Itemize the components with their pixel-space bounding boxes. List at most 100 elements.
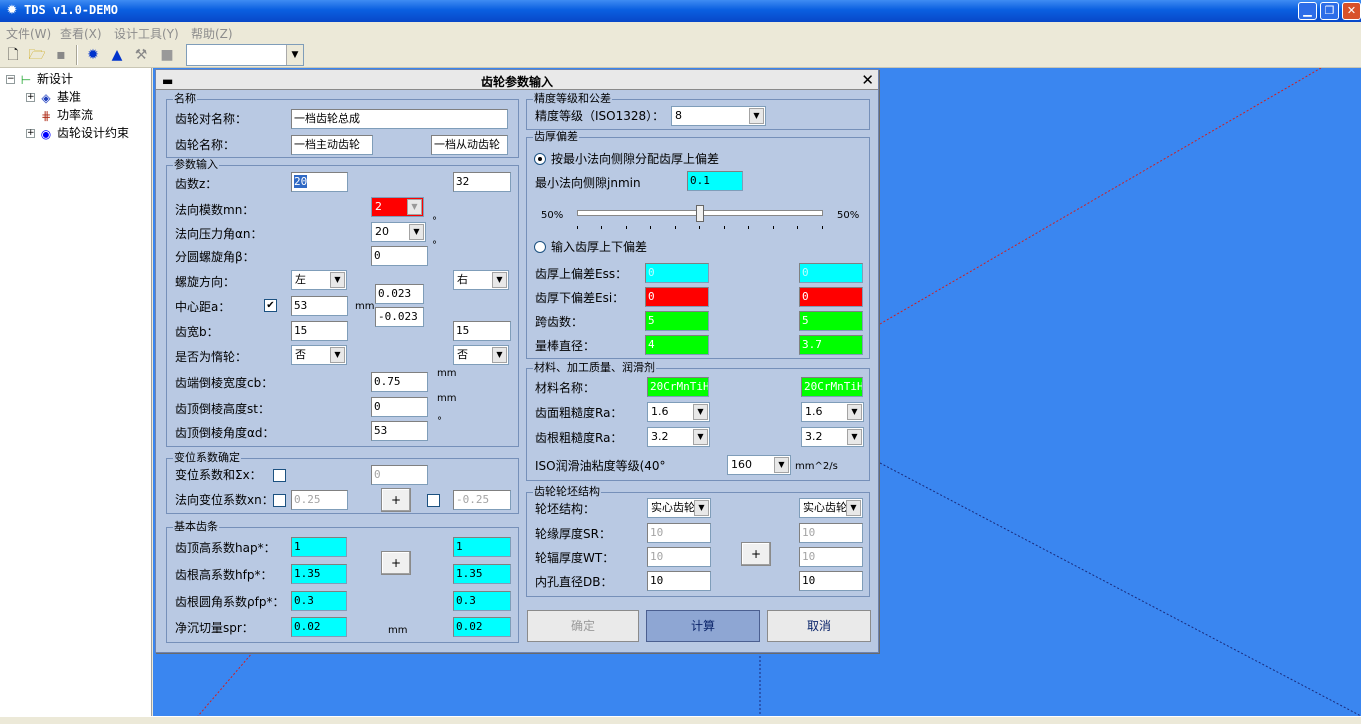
oil-viscosity-select[interactable]: 160 ▼ [727,455,791,475]
expand-icon[interactable]: + [26,93,35,102]
chevron-down-icon[interactable]: ▼ [407,199,422,215]
chevron-down-icon[interactable]: ▼ [330,272,345,288]
new-file-icon[interactable]: 🗋 [2,44,24,66]
center-distance-input[interactable]: 53 [291,296,348,316]
ok-button[interactable]: 确定 [527,610,639,642]
center-tol-upper-input[interactable]: 0.023 [375,284,424,304]
b2-input[interactable]: 15 [453,321,511,341]
toolbar-combo[interactable]: ▼ [186,44,304,66]
ess1-input[interactable]: 0 [645,263,709,283]
ad-input[interactable]: 53 [371,421,428,441]
shift-plus-button[interactable]: + [381,488,411,512]
tool-icon[interactable]: ⚒ [130,44,152,66]
z1-input[interactable]: 20 [291,172,348,192]
st-input[interactable]: 0 [371,397,428,417]
helix-angle-input[interactable]: 0 [371,246,428,266]
chevron-down-icon[interactable]: ▼ [846,500,861,516]
hap2-input[interactable]: 1 [453,537,511,557]
chevron-down-icon[interactable]: ▼ [749,108,764,124]
blank-type2-select[interactable]: 实心齿轮 ▼ [799,498,863,518]
gear-design-icon[interactable]: ▲ [106,44,128,66]
calculate-button[interactable]: 计算 [646,610,760,642]
hfp1-input[interactable]: 1.35 [291,564,347,584]
cb-input[interactable]: 0.75 [371,372,428,392]
distribution-slider-thumb[interactable] [696,205,704,222]
tree-item-constraints[interactable]: + ◉ 齿轮设计约束 [26,124,129,142]
ball2-input[interactable]: 3.7 [799,335,863,355]
menu-view[interactable]: 查看(X) [60,25,102,42]
db2-input[interactable]: 10 [799,571,863,591]
ball1-input[interactable]: 4 [645,335,709,355]
sr2-input[interactable]: 10 [799,523,863,543]
wt2-input[interactable]: 10 [799,547,863,567]
chevron-down-icon[interactable]: ▼ [693,404,708,420]
tree-item-power-flow[interactable]: ⋕ 功率流 [38,106,93,124]
open-folder-icon[interactable]: 🗁 [26,44,48,66]
pair-name-input[interactable]: 一档齿轮总成 [291,109,508,129]
material1-input[interactable]: 20CrMnTiH [647,377,709,397]
rho2-input[interactable]: 0.3 [453,591,511,611]
chevron-down-icon[interactable]: ▼ [409,224,424,240]
ra2-select[interactable]: 1.6 ▼ [801,402,864,422]
stop-icon[interactable]: ■ [156,44,178,66]
xn2-checkbox[interactable] [427,494,440,507]
spr2-input[interactable]: 0.02 [453,617,511,637]
tree-item-datum[interactable]: + ◈ 基准 [26,88,81,106]
spr1-input[interactable]: 0.02 [291,617,347,637]
xn2-input[interactable]: -0.25 [453,490,511,510]
center-distance-checkbox[interactable]: ✔ [264,299,277,312]
gear2-name-input[interactable]: 一档从动齿轮 [431,135,508,155]
collapse-icon[interactable]: − [6,75,15,84]
xn1-input[interactable]: 0.25 [291,490,348,510]
maximize-button[interactable]: ❐ [1320,2,1339,20]
rack-plus-button[interactable]: + [381,551,411,575]
cancel-button[interactable]: 取消 [767,610,871,642]
menu-file[interactable]: 文件(W) [6,25,51,42]
gear1-name-input[interactable]: 一档主动齿轮 [291,135,373,155]
chevron-down-icon[interactable]: ▼ [693,429,708,445]
hap1-input[interactable]: 1 [291,537,347,557]
hand2-select[interactable]: 右 ▼ [453,270,509,290]
rz2-select[interactable]: 3.2 ▼ [801,427,864,447]
hfp2-input[interactable]: 1.35 [453,564,511,584]
idler1-select[interactable]: 否 ▼ [291,345,347,365]
hand1-select[interactable]: 左 ▼ [291,270,347,290]
min-backlash-radio[interactable] [534,153,546,165]
blank-type1-select[interactable]: 实心齿轮 ▼ [647,498,711,518]
chevron-down-icon[interactable]: ▼ [286,45,303,65]
gear-icon[interactable]: ✹ [82,44,104,66]
rz1-select[interactable]: 3.2 ▼ [647,427,710,447]
span2-input[interactable]: 5 [799,311,863,331]
idler2-select[interactable]: 否 ▼ [453,345,509,365]
esi2-input[interactable]: 0 [799,287,863,307]
center-tol-lower-input[interactable]: -0.023 [375,307,424,327]
expand-icon[interactable]: + [26,129,35,138]
esi1-input[interactable]: 0 [645,287,709,307]
chevron-down-icon[interactable]: ▼ [492,347,507,363]
wt1-input[interactable]: 10 [647,547,711,567]
close-button[interactable]: ✕ [1342,2,1361,20]
menu-design-tools[interactable]: 设计工具(Y) [114,25,179,42]
minimize-button[interactable]: ▁ [1298,2,1317,20]
pressure-angle-select[interactable]: 20 ▼ [371,222,426,242]
chevron-down-icon[interactable]: ▼ [492,272,507,288]
accuracy-grade-select[interactable]: 8 ▼ [671,106,766,126]
shift-sum-checkbox[interactable] [273,469,286,482]
chevron-down-icon[interactable]: ▼ [694,500,709,516]
shift-sum-input[interactable]: 0 [371,465,428,485]
db1-input[interactable]: 10 [647,571,711,591]
chevron-down-icon[interactable]: ▼ [847,429,862,445]
chevron-down-icon[interactable]: ▼ [330,347,345,363]
module-select[interactable]: 2 ▼ [371,197,424,217]
dialog-close-icon[interactable]: ✕ [861,71,874,89]
material2-input[interactable]: 20CrMnTiH [801,377,863,397]
ra1-select[interactable]: 1.6 ▼ [647,402,710,422]
xn1-checkbox[interactable] [273,494,286,507]
ess2-input[interactable]: 0 [799,263,863,283]
sr1-input[interactable]: 10 [647,523,711,543]
chevron-down-icon[interactable]: ▼ [774,457,789,473]
manual-deviation-radio[interactable] [534,241,546,253]
menu-help[interactable]: 帮助(Z) [191,25,233,42]
tree-item-root[interactable]: − ⊢ 新设计 [6,70,73,88]
blank-plus-button[interactable]: + [741,542,771,566]
